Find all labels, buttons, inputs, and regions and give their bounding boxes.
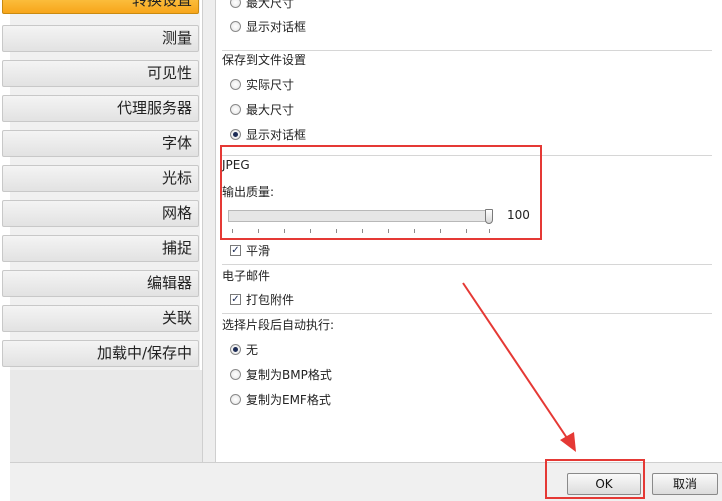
sidebar-item-label: 加载中/保存中 [96, 344, 192, 362]
slider-tick [489, 229, 490, 233]
slider-tick [310, 229, 311, 233]
checkbox-checked-icon[interactable]: ✓ [230, 293, 241, 305]
radio-icon[interactable] [230, 368, 241, 380]
slider-tick [336, 229, 337, 233]
option-label: 复制为BMP格式 [246, 367, 332, 382]
sidebar-item-label: 捕捉 [161, 239, 192, 257]
group-divider [222, 155, 712, 156]
slider-tick [258, 229, 259, 233]
sidebar-item-label: 转换设置 [131, 0, 192, 9]
sidebar-item-label: 测量 [161, 29, 192, 47]
sidebar-item-proxy[interactable]: 代理服务器 [2, 95, 199, 122]
option-label: 显示对话框 [246, 19, 307, 34]
slider-tick [232, 229, 233, 233]
sidebar-item-label: 字体 [161, 134, 192, 152]
save-max-size-option[interactable]: 最大尺寸 [230, 101, 294, 117]
quality-slider-thumb[interactable] [485, 209, 493, 224]
after-none-option[interactable]: 无 [230, 341, 258, 357]
option-label: 实际尺寸 [246, 77, 295, 92]
slider-tick [466, 229, 467, 233]
group-divider [222, 264, 712, 265]
sidebar-item-association[interactable]: 关联 [2, 305, 199, 332]
sidebar-item-label: 编辑器 [146, 274, 192, 292]
smooth-checkbox-option[interactable]: ✓ 平滑 [230, 242, 270, 258]
top-max-size-option[interactable]: 最大尺寸 [230, 0, 294, 10]
panel-splitter[interactable] [202, 0, 216, 462]
option-label: 无 [246, 342, 259, 357]
quality-value: 100 [507, 208, 530, 222]
radio-icon[interactable] [230, 103, 241, 115]
sidebar-item-measure[interactable]: 测量 [2, 25, 199, 52]
checkbox-checked-icon[interactable]: ✓ [230, 244, 241, 256]
radio-icon[interactable] [230, 20, 241, 32]
pack-attachment-option[interactable]: ✓ 打包附件 [230, 291, 294, 307]
top-show-dialog-option[interactable]: 显示对话框 [230, 18, 306, 34]
after-copy-bmp-option[interactable]: 复制为BMP格式 [230, 366, 332, 382]
save-show-dialog-option[interactable]: 显示对话框 [230, 126, 306, 142]
sidebar-item-editor[interactable]: 编辑器 [2, 270, 199, 297]
sidebar-item-label: 关联 [161, 309, 192, 327]
sidebar-item-cursor[interactable]: 光标 [2, 165, 199, 192]
cancel-button[interactable]: 取消 [652, 473, 718, 495]
email-title: 电子邮件 [222, 269, 271, 283]
option-label: 复制为EMF格式 [246, 392, 331, 407]
radio-selected-icon[interactable] [230, 128, 241, 140]
jpeg-title: JPEG [222, 158, 250, 172]
radio-selected-icon[interactable] [230, 343, 241, 355]
output-quality-label: 输出质量: [222, 185, 275, 199]
sidebar-item-label: 光标 [161, 169, 192, 187]
sidebar-item-visibility[interactable]: 可见性 [2, 60, 199, 87]
sidebar-item-grid[interactable]: 网格 [2, 200, 199, 227]
sidebar-item-load-save[interactable]: 加载中/保存中 [2, 340, 199, 367]
slider-tick [440, 229, 441, 233]
save-actual-size-option[interactable]: 实际尺寸 [230, 76, 294, 92]
option-label: 平滑 [246, 243, 271, 258]
option-label: 最大尺寸 [246, 102, 295, 117]
ok-button[interactable]: OK [567, 473, 641, 495]
slider-tick [362, 229, 363, 233]
sidebar-empty-area [10, 370, 202, 462]
sidebar-item-label: 网格 [161, 204, 192, 222]
save-to-file-title: 保存到文件设置 [222, 53, 307, 67]
after-select-title: 选择片段后自动执行: [222, 318, 335, 332]
quality-slider-track[interactable] [228, 210, 492, 222]
sidebar-item-font[interactable]: 字体 [2, 130, 199, 157]
sidebar-item-conversion[interactable]: 转换设置 [2, 0, 199, 14]
sidebar-item-label: 代理服务器 [116, 99, 192, 117]
slider-tick [284, 229, 285, 233]
after-copy-emf-option[interactable]: 复制为EMF格式 [230, 391, 331, 407]
group-divider [222, 50, 712, 51]
radio-icon[interactable] [230, 393, 241, 405]
option-label: 最大尺寸 [246, 0, 295, 10]
slider-tick [414, 229, 415, 233]
radio-icon[interactable] [230, 78, 241, 90]
slider-tick [388, 229, 389, 233]
radio-icon[interactable] [230, 0, 241, 8]
group-divider [222, 313, 712, 314]
option-label: 打包附件 [246, 292, 295, 307]
option-label: 显示对话框 [246, 127, 307, 142]
sidebar-item-label: 可见性 [146, 64, 192, 82]
sidebar-item-snap[interactable]: 捕捉 [2, 235, 199, 262]
